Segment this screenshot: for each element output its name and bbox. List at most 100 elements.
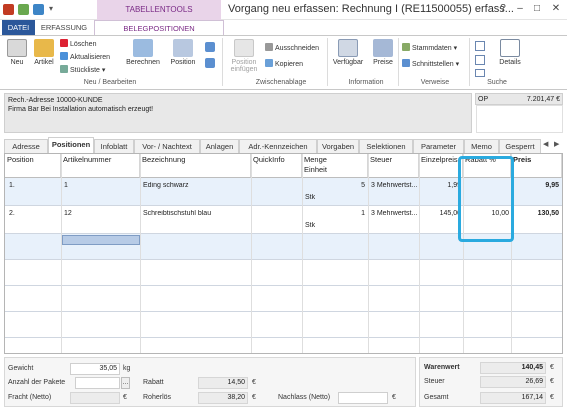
col-header-einzelpreis[interactable]: Einzelpreis: [419, 154, 463, 178]
row1-steuer[interactable]: 3 Mehrwertst...: [371, 182, 418, 189]
quick-save-icon[interactable]: [18, 4, 29, 15]
group-label-information: Information: [348, 79, 384, 86]
gewicht-label: Gewicht: [8, 365, 34, 372]
schnittstellen-label: Schnittstellen: [412, 61, 454, 68]
maximize-button[interactable]: □: [529, 3, 545, 15]
tab-infoblatt[interactable]: Infoblatt: [94, 139, 134, 153]
tab-vorgaben[interactable]: Vorgaben: [317, 139, 359, 153]
quick-access-dropdown-icon[interactable]: ▾: [49, 4, 53, 13]
tab-parameter[interactable]: Parameter: [413, 139, 464, 153]
tab-gesperrt[interactable]: Gesperrt: [499, 139, 541, 153]
loeschen-button[interactable]: Löschen: [60, 39, 96, 49]
pakete-lookup-button[interactable]: …: [121, 377, 130, 389]
warenwert-value: 140,45: [480, 362, 546, 374]
row2-steuer[interactable]: 3 Mehrwertst...: [371, 210, 418, 217]
col-header-bezeichnung[interactable]: Bezeichnung: [140, 154, 251, 178]
col-header-preis[interactable]: Preis: [511, 154, 562, 178]
row1-artikel[interactable]: 1: [64, 182, 68, 189]
col-header-quickinfo[interactable]: QuickInfo: [251, 154, 302, 178]
row1-preis: 9,95: [545, 182, 559, 189]
ribbon-tab-belegpositionen[interactable]: BELEGPOSITIONEN (BEARBEITUNG): [94, 20, 224, 49]
verfuegbar-button[interactable]: Verfügbar: [331, 39, 365, 66]
help-button[interactable]: ?: [495, 3, 511, 15]
artikelnummer-input-cell[interactable]: [62, 235, 140, 245]
aktualisieren-button[interactable]: Aktualisieren: [60, 52, 110, 62]
row1-bezeichnung[interactable]: Eding schwarz: [143, 182, 189, 189]
move-up-icon[interactable]: [205, 42, 215, 52]
stueckliste-button[interactable]: Stückliste ▾: [60, 65, 105, 75]
stammdaten-button[interactable]: Stammdaten ▾: [402, 43, 457, 53]
position-button[interactable]: Position: [168, 39, 198, 66]
artikel-button[interactable]: Artikel: [30, 39, 58, 66]
ribbon-tab-datei[interactable]: DATEI: [2, 20, 35, 36]
tab-selektionen[interactable]: Selektionen: [359, 139, 413, 153]
details-button[interactable]: Details: [495, 39, 525, 66]
tab-positionen[interactable]: Positionen: [48, 137, 94, 154]
grid-line: [368, 154, 369, 353]
position-einfuegen-button[interactable]: Position einfügen: [228, 39, 260, 73]
zoom-icon[interactable]: [475, 69, 485, 77]
filter-icon[interactable]: [475, 55, 485, 65]
ribbon-separator: [222, 38, 223, 86]
col-header-steuer[interactable]: Steuer: [368, 154, 419, 178]
row1-menge[interactable]: 5: [305, 182, 365, 189]
tabs-scroll-right-icon[interactable]: ▶: [554, 140, 559, 148]
nachlass-input[interactable]: [338, 392, 388, 404]
col-header-artikelnummer[interactable]: Artikelnummer: [61, 154, 140, 178]
table-row-empty[interactable]: [5, 260, 562, 286]
tab-vor-nachtext[interactable]: Vor- / Nachtext: [134, 139, 200, 153]
tab-anlagen[interactable]: Anlagen: [200, 139, 239, 153]
ribbon-tab-erfassung[interactable]: ERFASSUNG: [38, 20, 90, 36]
minimize-button[interactable]: –: [512, 3, 528, 15]
rabatt-footer-label: Rabatt: [143, 379, 164, 386]
row1-position: 1.: [9, 182, 15, 189]
table-row-empty[interactable]: [5, 286, 562, 312]
menge-header-label: Menge: [304, 155, 327, 164]
stueckliste-label: Stückliste: [70, 67, 100, 74]
ribbon-separator: [327, 38, 328, 86]
move-down-icon[interactable]: [205, 58, 215, 68]
fracht-value: [70, 392, 120, 404]
row1-einzelpreis[interactable]: 1,99: [421, 182, 461, 189]
neu-button[interactable]: Neu: [3, 39, 31, 66]
position-einfuegen-label-1: Position: [231, 59, 257, 66]
position-icon: [173, 39, 193, 57]
berechnen-button[interactable]: Berechnen: [126, 39, 160, 66]
position-einfuegen-label-2: einfügen: [230, 66, 258, 73]
neu-label: Neu: [10, 59, 24, 66]
quick-mail-icon[interactable]: [33, 4, 44, 15]
kopieren-label: Kopieren: [275, 61, 304, 68]
rabatt-column-highlight: [458, 156, 514, 242]
table-row-empty[interactable]: [5, 312, 562, 338]
tabs-scroll-left-icon[interactable]: ◀: [543, 140, 548, 148]
address-line: Rech.-Adresse 10000-KUNDE: [8, 97, 103, 104]
grid-line: [419, 154, 420, 353]
row1-einheit[interactable]: Stk: [305, 194, 315, 201]
row2-bezeichnung[interactable]: Schreibtischstuhl blau: [143, 210, 211, 217]
steuer-currency: €: [550, 378, 554, 385]
paste-icon: [234, 39, 254, 57]
tab-memo[interactable]: Memo: [464, 139, 499, 153]
grid-line: [251, 154, 252, 353]
schnittstellen-button[interactable]: Schnittstellen ▾: [402, 59, 459, 69]
col-header-menge[interactable]: Menge Einheit: [302, 154, 368, 178]
tab-adr-kennzeichen[interactable]: Adr.-Kennzeichen: [239, 139, 317, 153]
roherloes-label: Roherlös: [143, 394, 172, 401]
nachlass-label: Nachlass (Netto): [278, 394, 331, 401]
pakete-input[interactable]: [75, 377, 120, 389]
search-icon[interactable]: [475, 41, 485, 51]
col-header-position[interactable]: Position: [5, 154, 61, 178]
tab-adresse[interactable]: Adresse: [4, 139, 48, 153]
row2-artikel[interactable]: 12: [64, 210, 72, 217]
roherloes-currency: €: [252, 394, 256, 401]
address-info-panel: Rech.-Adresse 10000-KUNDE Firma Bar Bei …: [4, 93, 472, 133]
refresh-icon: [60, 52, 68, 60]
group-label-verweise: Verweise: [420, 79, 450, 86]
row2-einzelpreis[interactable]: 145,00: [421, 210, 461, 217]
close-button[interactable]: ✕: [548, 3, 564, 15]
ausschneiden-button[interactable]: Ausschneiden: [265, 43, 319, 53]
row2-einheit[interactable]: Stk: [305, 222, 315, 229]
row2-menge[interactable]: 1: [305, 210, 365, 217]
preise-button[interactable]: Preise: [369, 39, 397, 66]
kopieren-button[interactable]: Kopieren: [265, 59, 303, 69]
